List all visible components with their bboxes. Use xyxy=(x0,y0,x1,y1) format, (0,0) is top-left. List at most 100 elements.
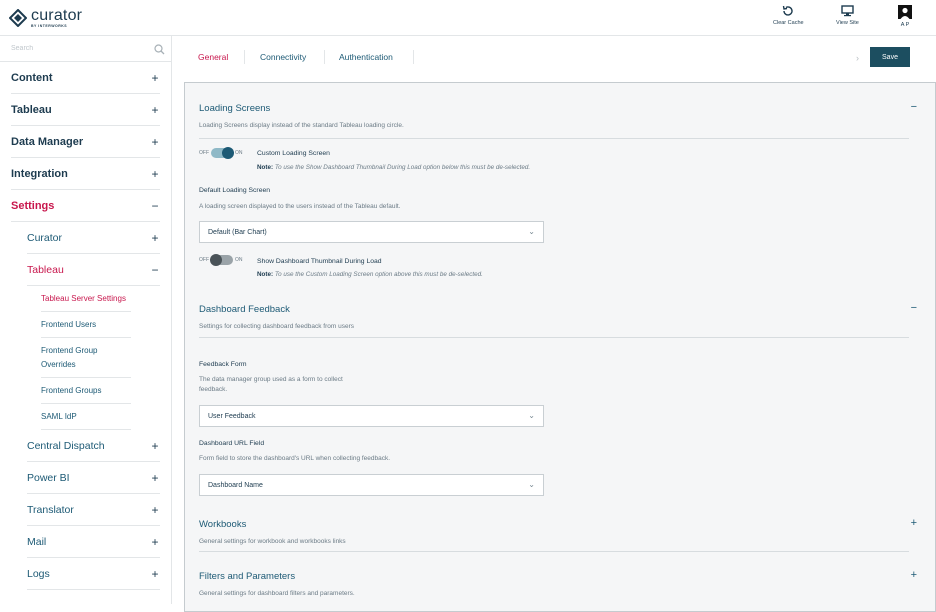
sidebar-item-label: Data Manager xyxy=(11,135,84,148)
dashboard-url-field-select[interactable]: Dashboard Name ⌄ xyxy=(199,474,544,496)
dashboard-url-field-desc: Form field to store the dashboard's URL … xyxy=(199,455,391,462)
section-divider xyxy=(199,138,909,139)
clear-cache-button[interactable]: Clear Cache xyxy=(773,5,804,26)
section-desc-workbooks: General settings for workbook and workbo… xyxy=(199,538,346,545)
main-content: General Connectivity Authentication › Sa… xyxy=(172,36,936,612)
collapse-loading-screens-icon[interactable]: − xyxy=(911,101,917,113)
toggle-on-label: ON xyxy=(235,150,243,156)
note-text: To use the Custom Loading Screen option … xyxy=(273,271,483,278)
feedback-form-desc-line2: feedback. xyxy=(199,386,228,393)
sidebar-subitem-curator[interactable]: Curator + xyxy=(27,222,160,254)
sidebar-leaf-label: Frontend Users xyxy=(41,319,97,329)
top-header: curator BY INTERWORKS Clear Cache View S… xyxy=(0,0,936,36)
plus-icon: + xyxy=(151,166,159,181)
refresh-icon xyxy=(783,5,793,16)
default-loading-screen-select[interactable]: Default (Bar Chart) ⌄ xyxy=(199,221,544,243)
sidebar-item-content[interactable]: Content + xyxy=(11,62,160,94)
expand-filters-parameters-icon[interactable]: + xyxy=(911,569,917,581)
plus-icon: + xyxy=(151,534,159,549)
sidebar-item-data-manager[interactable]: Data Manager + xyxy=(11,126,160,158)
section-title-dashboard-feedback: Dashboard Feedback xyxy=(199,304,290,315)
sidebar-subitem-label: Tableau xyxy=(27,263,64,276)
sidebar-leaf-saml-idp[interactable]: SAML IdP xyxy=(41,404,131,430)
dashboard-url-field-label: Dashboard URL Field xyxy=(199,440,265,447)
section-desc-dashboard-feedback: Settings for collecting dashboard feedba… xyxy=(199,323,355,330)
sidebar-leaf-frontend-group-overrides[interactable]: Frontend Group Overrides xyxy=(41,338,131,378)
sidebar-item-settings[interactable]: Settings − xyxy=(11,190,160,222)
sidebar-subitem-label: Translator xyxy=(27,503,74,516)
settings-tabs: General Connectivity Authentication › Sa… xyxy=(172,36,936,80)
show-thumbnail-toggle[interactable]: OFF ON xyxy=(199,254,243,266)
user-menu-button[interactable]: A P xyxy=(898,5,912,28)
sidebar-subitem-translator[interactable]: Translator + xyxy=(27,494,160,526)
sidebar-subitem-label: Power BI xyxy=(27,471,70,484)
collapse-dashboard-feedback-icon[interactable]: − xyxy=(911,302,917,314)
tab-connectivity[interactable]: Connectivity xyxy=(260,52,306,62)
chevron-down-icon: ⌄ xyxy=(528,480,535,489)
sidebar: Content + Tableau + Data Manager + Integ… xyxy=(0,36,172,604)
plus-icon: + xyxy=(151,502,159,517)
tab-divider xyxy=(413,50,414,64)
section-title-filters-parameters[interactable]: Filters and Parameters xyxy=(199,571,295,582)
feedback-form-label: Feedback Form xyxy=(199,361,247,368)
chevron-down-icon: ⌄ xyxy=(528,411,535,420)
sidebar-subitem-mail[interactable]: Mail + xyxy=(27,526,160,558)
tab-divider xyxy=(324,50,325,64)
feedback-form-select[interactable]: User Feedback ⌄ xyxy=(199,405,544,427)
toggle-switch-on[interactable] xyxy=(211,147,234,159)
tab-general[interactable]: General xyxy=(198,52,228,62)
plus-icon: + xyxy=(151,438,159,453)
note-text: To use the Show Dashboard Thumbnail Duri… xyxy=(273,164,531,171)
tab-authentication[interactable]: Authentication xyxy=(339,52,393,62)
curator-logo[interactable]: curator BY INTERWORKS xyxy=(8,8,82,29)
sidebar-item-label: Content xyxy=(11,71,53,84)
sidebar-item-label: Integration xyxy=(11,167,68,180)
section-divider xyxy=(199,551,909,552)
section-title-loading-screens: Loading Screens xyxy=(199,103,271,114)
toggle-off-label: OFF xyxy=(199,257,209,263)
section-title-workbooks[interactable]: Workbooks xyxy=(199,519,246,530)
expand-workbooks-icon[interactable]: + xyxy=(911,517,917,529)
view-site-label: View Site xyxy=(836,20,859,26)
save-button[interactable]: Save xyxy=(870,47,910,67)
logo-subtitle: BY INTERWORKS xyxy=(31,24,68,28)
toggle-switch-off[interactable] xyxy=(210,254,233,266)
sidebar-subitem-tableau[interactable]: Tableau − xyxy=(27,254,160,286)
section-desc-loading-screens: Loading Screens display instead of the s… xyxy=(199,122,404,129)
sidebar-item-integration[interactable]: Integration + xyxy=(11,158,160,190)
sidebar-leaf-frontend-groups[interactable]: Frontend Groups xyxy=(41,378,131,404)
view-site-button[interactable]: View Site xyxy=(836,5,859,26)
minus-icon: − xyxy=(151,262,159,277)
sidebar-item-tableau[interactable]: Tableau + xyxy=(11,94,160,126)
toggle-on-label: ON xyxy=(235,257,243,263)
plus-icon: + xyxy=(151,134,159,149)
chevron-down-icon: ⌄ xyxy=(528,227,535,236)
search-input[interactable] xyxy=(11,36,151,60)
select-value: User Feedback xyxy=(208,412,256,420)
search-icon[interactable] xyxy=(154,42,165,60)
sidebar-item-label: Settings xyxy=(11,199,55,212)
sidebar-subitem-power-bi[interactable]: Power BI + xyxy=(27,462,160,494)
plus-icon: + xyxy=(151,70,159,85)
sidebar-leaf-tableau-server-settings[interactable]: Tableau Server Settings xyxy=(41,286,131,312)
note-prefix: Note: xyxy=(257,164,274,171)
show-thumbnail-note: Note: To use the Custom Loading Screen o… xyxy=(257,271,483,278)
sidebar-search xyxy=(0,36,171,62)
tab-divider xyxy=(244,50,245,64)
default-loading-screen-desc: A loading screen displayed to the users … xyxy=(199,203,401,210)
sidebar-subitem-logs[interactable]: Logs + xyxy=(27,558,160,590)
plus-icon: + xyxy=(151,470,159,485)
show-thumbnail-label: Show Dashboard Thumbnail During Load xyxy=(257,258,382,265)
monitor-icon xyxy=(841,5,854,17)
section-desc-filters-parameters: General settings for dashboard filters a… xyxy=(199,590,355,597)
settings-panel: Loading Screens − Loading Screens displa… xyxy=(184,82,936,612)
sidebar-subitem-central-dispatch[interactable]: Central Dispatch + xyxy=(27,430,160,462)
avatar-icon xyxy=(898,5,912,19)
custom-loading-screen-toggle[interactable]: OFF ON xyxy=(199,147,243,159)
sidebar-subitem-label: Curator xyxy=(27,231,63,244)
chevron-right-icon[interactable]: › xyxy=(856,53,859,63)
select-value: Default (Bar Chart) xyxy=(208,228,267,236)
plus-icon: + xyxy=(151,102,159,117)
sidebar-leaf-label: SAML IdP xyxy=(41,411,77,421)
sidebar-leaf-frontend-users[interactable]: Frontend Users xyxy=(41,312,131,338)
